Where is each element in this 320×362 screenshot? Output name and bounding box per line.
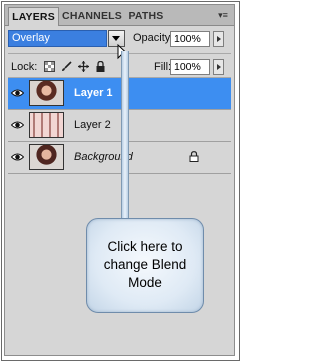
lock-transparency-icon[interactable] — [44, 61, 55, 72]
layer-row-layer-2[interactable]: Layer 2 — [8, 110, 231, 142]
lock-icon — [189, 151, 199, 162]
lock-paint-brush-icon[interactable] — [61, 61, 72, 72]
blend-mode-select[interactable]: Overlay — [8, 30, 107, 47]
callout-bubble: Click here to change Blend Mode — [86, 218, 204, 313]
eye-visibility-icon[interactable] — [11, 120, 24, 130]
panel-tab-bar: LAYERS CHANNELS PATHS ▾≡ — [5, 5, 234, 26]
layer-row-background[interactable]: Background — [8, 142, 231, 174]
panel-menu-icon[interactable]: ▾≡ — [215, 8, 231, 22]
chevron-down-icon — [112, 36, 120, 41]
opacity-field[interactable]: 100% — [170, 31, 210, 47]
tab-channels[interactable]: CHANNELS — [61, 7, 123, 25]
callout-pointer — [121, 51, 129, 225]
eye-visibility-icon[interactable] — [11, 88, 24, 98]
fill-slider-button[interactable] — [213, 59, 224, 75]
layer-thumbnail — [29, 80, 64, 106]
fill-field[interactable]: 100% — [170, 59, 210, 75]
lock-move-icon[interactable] — [78, 61, 89, 72]
lock-all-icon[interactable] — [95, 61, 106, 72]
layer-thumbnail — [29, 144, 64, 170]
fill-label: Fill: — [154, 61, 172, 73]
layer-row-layer-1[interactable]: Layer 1 — [8, 78, 231, 110]
tab-layers[interactable]: LAYERS — [8, 7, 59, 26]
opacity-slider-button[interactable] — [213, 31, 224, 47]
lock-label: Lock: — [11, 61, 38, 73]
eye-visibility-icon[interactable] — [11, 152, 24, 162]
opacity-label: Opacity: — [133, 32, 174, 44]
layer-name[interactable]: Layer 1 — [74, 87, 113, 99]
tab-paths[interactable]: PATHS — [126, 7, 166, 25]
callout-text: Click here to change Blend Mode — [103, 239, 187, 290]
layer-name[interactable]: Layer 2 — [74, 119, 111, 131]
layer-thumbnail — [29, 112, 64, 138]
